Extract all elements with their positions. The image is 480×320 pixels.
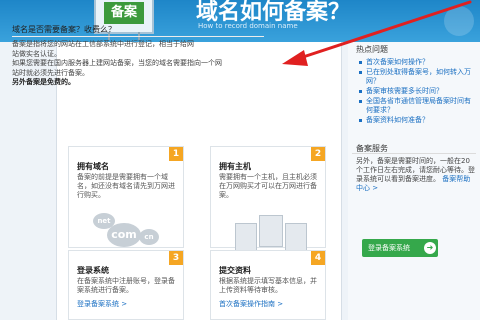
step-description: 根据系统提示填写基本信息，并上传资料等待审核。: [219, 277, 317, 294]
step-title: 拥有主机: [219, 162, 251, 171]
service-description: 另外，备案是需要时间的，一般在20个工作日左右完成，请您耐心等待。登录系统可以看…: [356, 157, 476, 193]
step-title: 拥有域名: [77, 162, 109, 171]
step-card-submit: 4 提交资料 根据系统提示填写基本信息，并上传资料等待审核。 首次备案操作指南 …: [210, 250, 326, 320]
step-description: 需要拥有一个主机，且主机必须在万网购买才可以在万网进行备案。: [219, 173, 317, 199]
divider: [352, 153, 476, 154]
step-title: 提交资料: [219, 266, 251, 275]
com-bubble: com: [107, 223, 141, 247]
hot-question-link[interactable]: 备案审核需要多长时间？: [358, 87, 476, 96]
hot-questions-list: 首次备案如何操作？ 已在别处取得备案号，如何转入万网？ 备案审核需要多长时间？ …: [358, 58, 476, 126]
answer-line: 站做实名认证。: [12, 49, 61, 58]
step-number-badge: 4: [311, 251, 325, 265]
step-description: 备案的前提是需要拥有一个域名，如还没有域名请先到万网进行购买。: [77, 173, 175, 199]
answer-free-note: 另外备案是免费的。: [12, 78, 75, 86]
first-time-guide-link[interactable]: 首次备案操作指南 >: [219, 299, 283, 309]
hot-question-link[interactable]: 备案资料如何准备？: [358, 116, 476, 125]
step-number-badge: 3: [169, 251, 183, 265]
server-icon: [235, 223, 257, 251]
step-title: 登录系统: [77, 266, 109, 275]
cn-bubble: cn: [139, 229, 159, 245]
step-card-login: 3 登录系统 在备案系统中注册账号，登录备案系统进行备案。 登录备案系统 >: [68, 250, 184, 320]
server-icon: [285, 223, 307, 251]
step-card-domain: 1 拥有域名 备案的前提是需要拥有一个域名，如还没有域名请先到万网进行购买。 n…: [68, 146, 184, 248]
answer-line: 如果您需要在国内服务器上建网站备案，当您的域名需要指向一个网: [12, 59, 222, 67]
step-number-badge: 1: [169, 147, 183, 161]
step-number-badge: 2: [311, 147, 325, 161]
answer-line: 站时就必须先进行备案。: [12, 68, 89, 77]
answer-line: 备案是指将您的网站在工信部系统中进行登记，相当于给网: [12, 40, 194, 48]
server-icon: [259, 215, 283, 247]
faq-answer: 备案是指将您的网站在工信部系统中进行登记，相当于给网 站做实名认证。 如果您需要…: [12, 40, 232, 88]
login-system-link[interactable]: 登录备案系统 >: [77, 299, 127, 309]
faq-question-title: 域名是否需要备案？收费么？: [12, 25, 116, 34]
billboard-text: 备案: [104, 2, 144, 24]
login-record-system-button[interactable]: 登录备案系统 ➜: [362, 239, 438, 257]
step-description: 在备案系统中注册账号，登录备案系统进行备案。: [77, 277, 175, 294]
hot-question-link[interactable]: 已在别处取得备案号，如何转入万网？: [358, 68, 476, 86]
hot-questions-title: 热点问题: [356, 45, 388, 54]
banner-subtitle: How to record domain name: [198, 22, 298, 30]
banner-decoration: [444, 6, 474, 36]
button-label: 登录备案系统: [368, 244, 410, 252]
hot-question-link[interactable]: 首次备案如何操作？: [358, 58, 476, 67]
divider: [12, 36, 264, 37]
hot-question-link[interactable]: 全国各省市通信管理局备案时间有何要求？: [358, 97, 476, 115]
step-card-host: 2 拥有主机 需要拥有一个主机，且主机必须在万网购买才可以在万网进行备案。: [210, 146, 326, 251]
arrow-right-icon: ➜: [424, 242, 436, 254]
